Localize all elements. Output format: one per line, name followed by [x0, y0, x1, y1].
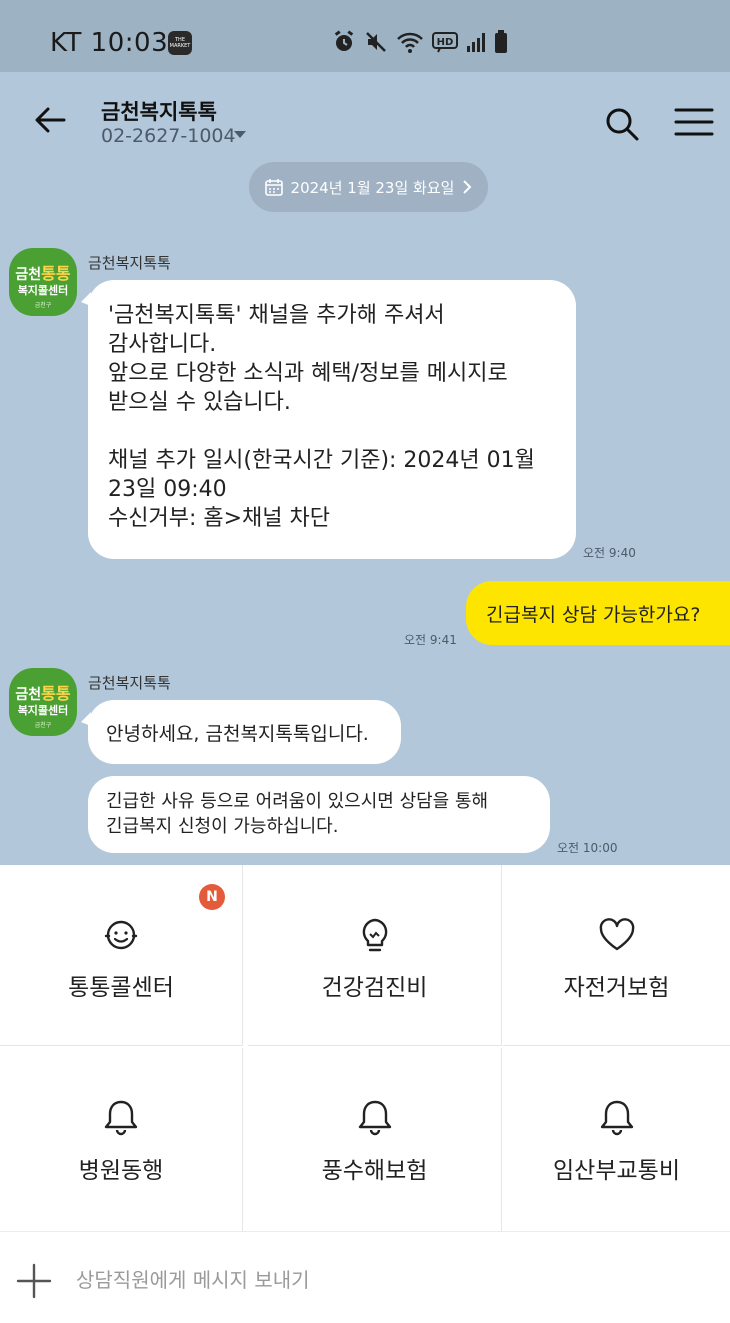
plus-icon[interactable] — [16, 1263, 52, 1299]
sender-name: 금천복지톡톡 — [88, 674, 171, 692]
avatar-logo-subtext: 복지콜센터 — [17, 284, 69, 297]
signal-icon — [467, 33, 485, 52]
chevron-down-icon[interactable] — [234, 131, 246, 138]
message-input[interactable] — [76, 1262, 676, 1298]
date-divider-label: 2024년 1월 23일 화요일 — [290, 178, 455, 197]
avatar-logo-text: 금천통통 — [15, 684, 71, 703]
wifi-icon — [397, 32, 423, 53]
avatar-logo-text: 금천통통 — [15, 264, 71, 283]
heart-icon — [599, 918, 634, 951]
menu-hamburger-icon[interactable] — [674, 106, 714, 138]
new-badge: N — [199, 884, 225, 910]
chat-header: 금천복지톡톡 02-2627-1004 — [0, 72, 730, 162]
hd-icon: HD — [432, 32, 458, 53]
battery-icon — [495, 30, 507, 53]
bell-icon — [600, 1100, 633, 1136]
bell-icon — [358, 1100, 391, 1136]
message-bubble[interactable]: 안녕하세요, 금천복지톡톡입니다. — [81, 700, 401, 764]
menu-item-flood-insurance[interactable]: 풍수해보험 — [248, 1048, 502, 1231]
calendar-icon — [264, 179, 283, 196]
message-time: 오전 9:41 — [404, 633, 457, 647]
back-arrow-icon[interactable] — [32, 102, 68, 138]
avatar-logo-subtext: 복지콜센터 — [17, 704, 69, 717]
menu-item-health-checkup[interactable]: 건강검진비 — [248, 865, 502, 1046]
channel-menu-grid: 통통콜센터 N 건강검진비 자전거보험 병원동행 풍수해보험 임산부교통비 — [0, 865, 730, 1231]
alarm-icon — [334, 30, 354, 51]
menu-item-pregnant-transport[interactable]: 임산부교통비 — [503, 1048, 730, 1231]
sender-name: 금천복지톡톡 — [88, 254, 171, 272]
menu-item-label: 통통콜센터 — [68, 975, 174, 1001]
smile-face-icon — [104, 920, 138, 950]
svg-text:HD: HD — [437, 37, 454, 48]
message-time: 오전 9:40 — [583, 546, 636, 560]
avatar-logo-caption: 금천구 — [34, 302, 52, 309]
bell-icon — [104, 1100, 138, 1136]
menu-item-label: 건강검진비 — [321, 975, 428, 1001]
search-icon[interactable] — [604, 106, 640, 142]
mute-icon — [366, 32, 386, 52]
status-bar: KT 10:03 THE MARKET HD — [0, 0, 730, 72]
menu-item-bicycle-insurance[interactable]: 자전거보험 — [503, 865, 730, 1046]
chevron-right-icon — [463, 180, 472, 194]
avatar[interactable]: 금천통통 복지콜센터 금천구 — [9, 668, 77, 736]
avatar-logo-caption: 금천구 — [34, 722, 52, 729]
message-bubble[interactable]: '금천복지톡톡' 채널을 추가해 주셔서 감사합니다. 앞으로 다양한 소식과 … — [81, 280, 576, 559]
avatar[interactable]: 금천통통 복지콜센터 금천구 — [9, 248, 77, 316]
lightbulb-icon — [362, 918, 387, 952]
menu-item-label: 임산부교통비 — [553, 1158, 680, 1184]
status-time: KT 10:03 — [50, 28, 169, 58]
menu-item-tongtong-callcenter[interactable]: 통통콜센터 N — [0, 865, 243, 1046]
message-input-bar — [0, 1231, 730, 1323]
menu-item-label: 자전거보험 — [563, 975, 670, 1001]
chat-phone-number[interactable]: 02-2627-1004 — [101, 125, 236, 147]
market-app-icon: THE MARKET — [168, 31, 192, 55]
status-icons: HD — [332, 30, 508, 54]
message-bubble[interactable]: 긴급한 사유 등으로 어려움이 있으시면 상담을 통해 긴급복지 신청이 가능하… — [88, 776, 550, 853]
menu-item-label: 풍수해보험 — [321, 1158, 428, 1184]
date-divider[interactable]: 2024년 1월 23일 화요일 — [249, 162, 488, 212]
menu-item-hospital-companion[interactable]: 병원동행 — [0, 1048, 243, 1231]
menu-item-label: 병원동행 — [78, 1158, 164, 1184]
message-time: 오전 10:00 — [557, 841, 618, 855]
my-message-bubble[interactable]: 긴급복지 상담 가능한가요? — [466, 581, 730, 645]
chat-title[interactable]: 금천복지톡톡 — [101, 96, 217, 126]
chat-area[interactable]: 금천복지톡톡 02-2627-1004 2024년 1월 23일 화요일 금천통… — [0, 72, 730, 865]
